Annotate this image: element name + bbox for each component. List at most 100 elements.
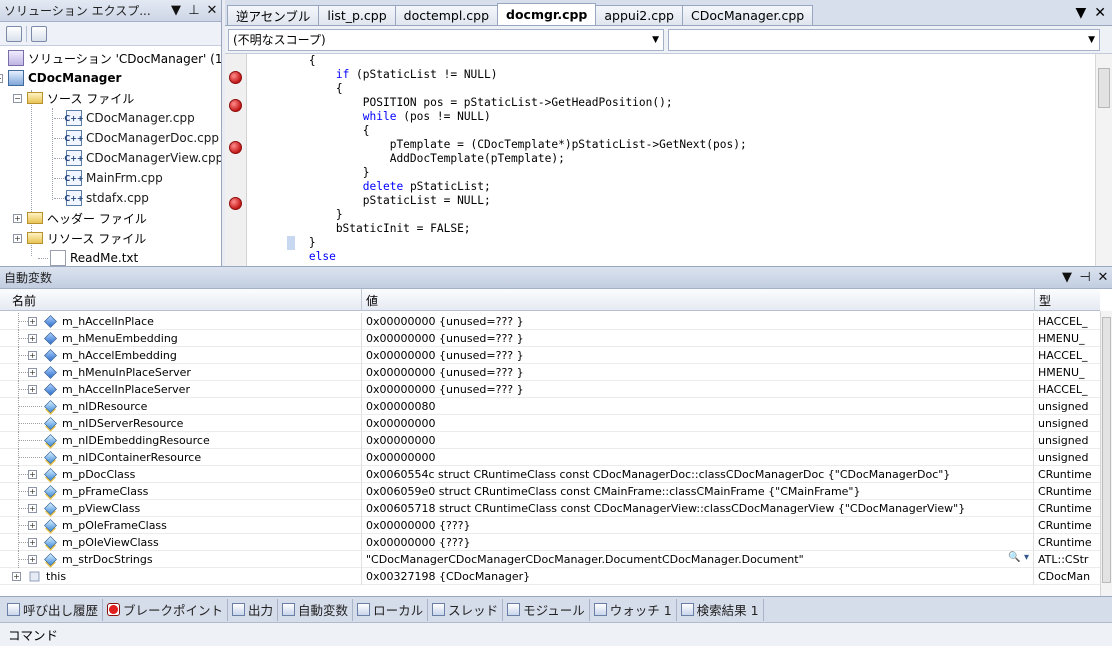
- visualizer-magnifier-icon[interactable]: 🔍 ▾: [1008, 552, 1029, 563]
- autos-value-cell[interactable]: 0x00605718 struct CRuntimeClass const CD…: [363, 500, 1034, 517]
- autos-value-cell[interactable]: 0x00000000 {unused=??? }: [363, 381, 1034, 398]
- expand-icon[interactable]: +: [28, 555, 37, 564]
- expand-icon[interactable]: +: [28, 538, 37, 547]
- scope-dropdown[interactable]: (不明なスコープ) ▼: [228, 28, 664, 51]
- autos-value-cell[interactable]: 0x00000000: [363, 415, 1034, 432]
- autos-row[interactable]: + m_pFrameClass 0x006059e0 struct CRuntime…: [0, 483, 1100, 500]
- tree-item-cpp[interactable]: C++ MainFrm.cpp: [54, 168, 163, 188]
- expand-icon[interactable]: +: [12, 572, 21, 581]
- autos-row[interactable]: + m_hMenuEmbedding 0x00000000 {unused=??? …: [0, 330, 1100, 347]
- document-tab[interactable]: 逆アセンブル: [227, 5, 320, 25]
- code-line[interactable]: bStaticInit = FALSE;: [255, 222, 471, 236]
- code-line[interactable]: else: [255, 250, 336, 264]
- document-tab[interactable]: appui2.cpp: [595, 5, 683, 25]
- show-all-files-icon[interactable]: [31, 25, 47, 42]
- tree-item-cpp[interactable]: C++ CDocManagerView.cpp: [54, 148, 221, 168]
- autos-row[interactable]: + m_hAccelInPlaceServer 0x00000000 {unused…: [0, 381, 1100, 398]
- tool-window-tab[interactable]: ウォッチ 1: [590, 598, 677, 621]
- tool-window-tab[interactable]: 自動変数: [278, 598, 354, 621]
- code-line[interactable]: {: [255, 124, 370, 138]
- close-document-icon[interactable]: ✕: [1094, 5, 1106, 21]
- tree-item-cpp[interactable]: C++ stdafx.cpp: [54, 188, 149, 208]
- code-line[interactable]: {: [255, 82, 343, 96]
- tree-item-project[interactable]: − CDocManager: [0, 68, 121, 88]
- autos-row[interactable]: + m_pDocClass 0x0060554c struct CRuntimeCl…: [0, 466, 1100, 483]
- autos-value-cell[interactable]: "CDocManagerCDocManagerCDocManager.Docum…: [363, 551, 1034, 568]
- autos-value-cell[interactable]: 0x0060554c struct CRuntimeClass const CD…: [363, 466, 1034, 483]
- autos-value-cell[interactable]: 0x006059e0 struct CRuntimeClass const CM…: [363, 483, 1034, 500]
- expand-icon[interactable]: +: [28, 487, 37, 496]
- autos-row[interactable]: + m_pViewClass 0x00605718 struct CRuntimeC…: [0, 500, 1100, 517]
- tree-item-solution[interactable]: ソリューション 'CDocManager' (1: [8, 48, 221, 68]
- tree-item-cpp[interactable]: C++ CDocManagerDoc.cpp: [54, 128, 219, 148]
- tool-window-tab[interactable]: ブレークポイント: [103, 598, 229, 621]
- code-line[interactable]: }: [255, 166, 370, 180]
- autos-row[interactable]: + this 0x00327198 {CDocManager} CDocMan: [0, 568, 1100, 585]
- autos-value-cell[interactable]: 0x00000000 {unused=??? }: [363, 347, 1034, 364]
- autos-row[interactable]: m_nIDContainerResource 0x00000000 unsigned: [0, 449, 1100, 466]
- tool-window-tab[interactable]: 呼び出し履歴: [3, 598, 104, 621]
- code-line[interactable]: if (pStaticList != NULL): [255, 68, 498, 82]
- tree-item-folder[interactable]: + ヘッダー ファイル: [13, 208, 147, 228]
- autos-row[interactable]: m_nIDServerResource 0x00000000 unsigned: [0, 415, 1100, 432]
- autos-row[interactable]: + m_hAccelInPlace 0x00000000 {unused=??? }…: [0, 313, 1100, 330]
- tree-item-folder[interactable]: − ソース ファイル: [13, 88, 134, 108]
- breakpoint-icon[interactable]: [229, 141, 242, 154]
- autos-value-cell[interactable]: 0x00327198 {CDocManager}: [363, 568, 1034, 585]
- code-line[interactable]: POSITION pos = pStaticList->GetHeadPosit…: [255, 96, 673, 110]
- tool-window-tab[interactable]: スレッド: [428, 598, 504, 621]
- document-tab[interactable]: CDocManager.cpp: [681, 5, 814, 25]
- editor-vertical-scrollbar[interactable]: [1095, 54, 1112, 266]
- autos-value-cell[interactable]: 0x00000080: [363, 398, 1034, 415]
- window-position-dropdown-icon[interactable]: ▼: [167, 3, 185, 18]
- tool-window-tab[interactable]: 出力: [228, 598, 279, 621]
- column-header-type[interactable]: 型: [1035, 289, 1100, 311]
- tree-item-folder[interactable]: + リソース ファイル: [13, 228, 146, 248]
- autos-vertical-scrollbar[interactable]: [1100, 311, 1112, 597]
- expand-icon[interactable]: +: [28, 504, 37, 513]
- autos-row[interactable]: + m_pOleViewClass 0x00000000 {???} CRuntime: [0, 534, 1100, 551]
- expand-icon[interactable]: +: [13, 213, 22, 223]
- document-tab[interactable]: list_p.cpp: [318, 5, 396, 25]
- autos-value-cell[interactable]: 0x00000000 {???}: [363, 534, 1034, 551]
- tree-item-txt[interactable]: ReadMe.txt: [38, 248, 138, 266]
- expand-icon[interactable]: +: [28, 317, 37, 326]
- collapse-icon[interactable]: −: [13, 93, 22, 103]
- tool-window-tab[interactable]: モジュール: [503, 598, 590, 621]
- expand-icon[interactable]: +: [28, 368, 37, 377]
- breakpoint-icon[interactable]: [229, 197, 242, 210]
- code-area[interactable]: { if (pStaticList != NULL) { POSITION po…: [255, 54, 1085, 266]
- autos-row[interactable]: + m_hAccelEmbedding 0x00000000 {unused=???…: [0, 347, 1100, 364]
- code-line[interactable]: AddDocTemplate(pTemplate);: [255, 152, 565, 166]
- breakpoint-icon[interactable]: [229, 71, 242, 84]
- breakpoint-icon[interactable]: [229, 99, 242, 112]
- autos-row[interactable]: m_nIDEmbeddingResource 0x00000000 unsigned: [0, 432, 1100, 449]
- collapse-icon[interactable]: −: [0, 73, 3, 83]
- expand-icon[interactable]: +: [28, 470, 37, 479]
- code-line[interactable]: }: [255, 236, 316, 250]
- code-line[interactable]: delete pStaticList;: [255, 180, 491, 194]
- code-line[interactable]: }: [255, 208, 343, 222]
- autos-value-cell[interactable]: 0x00000000 {unused=??? }: [363, 313, 1034, 330]
- breakpoint-gutter[interactable]: [225, 54, 247, 266]
- autos-value-cell[interactable]: 0x00000000: [363, 432, 1034, 449]
- close-icon[interactable]: ✕: [1094, 270, 1112, 285]
- pin-icon[interactable]: ⊥: [185, 3, 203, 18]
- float-window-icon[interactable]: ⊣: [1076, 270, 1094, 285]
- close-icon[interactable]: ✕: [203, 3, 221, 18]
- chevron-down-icon[interactable]: ▼: [652, 35, 659, 45]
- expand-icon[interactable]: +: [28, 351, 37, 360]
- tool-window-tab[interactable]: ローカル: [353, 598, 429, 621]
- expand-icon[interactable]: +: [28, 334, 37, 343]
- document-tab[interactable]: docmgr.cpp: [497, 3, 597, 25]
- chevron-down-icon[interactable]: ▼: [1088, 35, 1095, 45]
- window-position-dropdown-icon[interactable]: ▼: [1058, 270, 1076, 285]
- autos-value-cell[interactable]: 0x00000000 {???}: [363, 517, 1034, 534]
- code-line[interactable]: pStaticList = NULL;: [255, 194, 491, 208]
- document-tab[interactable]: doctempl.cpp: [394, 5, 499, 25]
- member-dropdown[interactable]: ▼: [668, 28, 1100, 51]
- autos-row[interactable]: + m_hMenuInPlaceServer 0x00000000 {unused=…: [0, 364, 1100, 381]
- autos-value-cell[interactable]: 0x00000000 {unused=??? }: [363, 364, 1034, 381]
- code-line[interactable]: {: [255, 54, 316, 68]
- autos-value-cell[interactable]: 0x00000000: [363, 449, 1034, 466]
